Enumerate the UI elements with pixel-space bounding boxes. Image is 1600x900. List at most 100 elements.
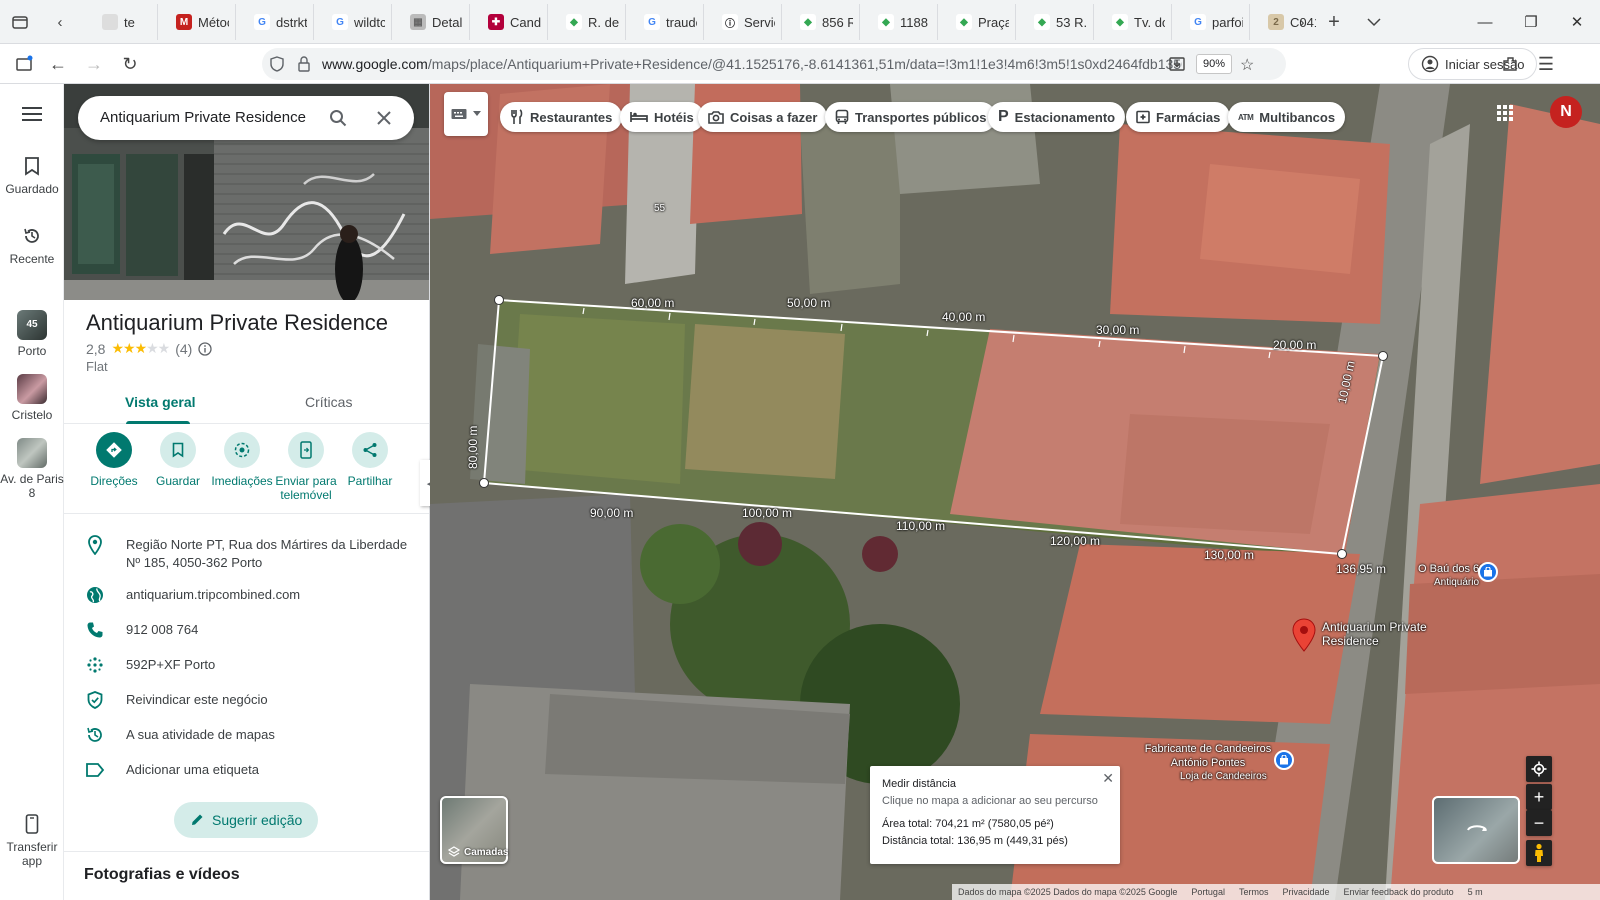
street-view-preview[interactable] xyxy=(1432,796,1520,864)
rail-recent-paris[interactable]: Av. de Paris 8 xyxy=(0,438,64,500)
poi-label[interactable]: O Baú dos 60 xyxy=(1418,562,1485,576)
google-icon: G xyxy=(332,14,348,30)
shopping-bag-icon[interactable] xyxy=(1274,750,1294,770)
rail-recent-cristelo[interactable]: Cristelo xyxy=(0,374,64,422)
shopping-bag-icon[interactable] xyxy=(1478,562,1498,582)
browser-tab[interactable]: Gwildtc xyxy=(314,4,392,40)
rating-row[interactable]: 2,8 ★★★★★ (4) xyxy=(86,340,213,357)
review-count[interactable]: (4) xyxy=(175,341,192,357)
reload-icon[interactable]: ↻ xyxy=(118,52,142,76)
chip-pharmacies[interactable]: Farmácias xyxy=(1126,102,1231,132)
layers-button[interactable]: Camadas xyxy=(440,796,508,864)
account-avatar[interactable]: N xyxy=(1550,96,1582,128)
close-measure-icon[interactable]: ✕ xyxy=(1102,770,1114,787)
extensions-icon[interactable] xyxy=(1498,52,1522,76)
browser-tab[interactable]: ◆ Praça xyxy=(938,4,1016,40)
chip-atms[interactable]: ATM Multibancos xyxy=(1228,102,1346,132)
search-icon[interactable] xyxy=(326,106,350,130)
dropdown-icon xyxy=(473,111,481,116)
keyboard-shortcuts-button[interactable] xyxy=(444,92,488,136)
zoom-in-button[interactable]: + xyxy=(1526,784,1552,810)
install-app-icon[interactable] xyxy=(1168,55,1186,73)
suggest-edit-button[interactable]: Sugerir edição xyxy=(174,802,319,838)
distance-label: 80,00 m xyxy=(466,425,480,469)
divider xyxy=(64,513,429,514)
tab-title: Tv. do xyxy=(1134,14,1165,30)
chip-parking[interactable]: P Estacionamento xyxy=(988,102,1126,132)
rail-recent-porto[interactable]: 45 Porto xyxy=(0,310,64,358)
clear-search-icon[interactable] xyxy=(372,106,396,130)
shield-icon[interactable] xyxy=(268,55,286,73)
rail-recent-button[interactable]: Recente xyxy=(0,224,64,266)
nearby-button[interactable]: Imediações xyxy=(207,432,277,488)
close-window-icon[interactable]: ✕ xyxy=(1554,0,1600,44)
attribution-terms[interactable]: Termos xyxy=(1239,887,1269,897)
back-icon[interactable]: ← xyxy=(46,52,70,76)
send-to-phone-button[interactable]: Enviar para telemóvel xyxy=(271,432,341,502)
photos-heading: Fotografias e vídeos xyxy=(84,866,240,883)
url-text[interactable]: www.google.com/maps/place/Antiquarium+Pr… xyxy=(322,56,1182,72)
lock-icon[interactable] xyxy=(296,55,312,73)
tab-reviews[interactable]: Críticas xyxy=(305,394,352,410)
rail-transfer-app[interactable]: Transferir app xyxy=(0,812,64,868)
main-menu-button[interactable] xyxy=(0,102,64,130)
rail-saved-button[interactable]: Guardado xyxy=(0,154,64,196)
search-box[interactable]: Antiquarium Private Residence xyxy=(78,96,414,140)
place-marker-icon[interactable] xyxy=(1292,618,1316,652)
poi-label[interactable]: Fabricante de Candeeiros António Pontes xyxy=(1128,742,1288,770)
browser-tab[interactable]: Gdstrkt xyxy=(236,4,314,40)
attribution-region[interactable]: Portugal xyxy=(1191,887,1225,897)
browser-tab[interactable]: Gtraudc xyxy=(626,4,704,40)
attribution-privacy[interactable]: Privacidade xyxy=(1282,887,1329,897)
forward-icon[interactable]: → xyxy=(82,52,106,76)
chip-things-to-do[interactable]: Coisas a fazer xyxy=(698,102,828,132)
browser-tab[interactable]: ◆ Tv. do xyxy=(1094,4,1172,40)
directions-button[interactable]: Direções xyxy=(79,432,149,488)
browser-tab[interactable]: Gparfoi xyxy=(1172,4,1250,40)
maps-icon: ◆ xyxy=(1112,14,1128,30)
scroll-tabs-right-icon[interactable]: › xyxy=(1290,10,1314,34)
browser-tab[interactable]: te xyxy=(84,4,158,40)
scroll-tabs-left-icon[interactable]: ‹ xyxy=(48,10,72,34)
browser-tab[interactable]: ✚ Canda xyxy=(470,4,548,40)
satellite-map[interactable]: 10,00 m 20,00 m 30,00 m 40,00 m 50,00 m … xyxy=(430,84,1600,900)
zoom-out-button[interactable]: − xyxy=(1526,810,1552,836)
browser-tab[interactable]: ◆ R. de xyxy=(548,4,626,40)
sidebar-toggle-icon[interactable] xyxy=(12,52,36,76)
zoom-indicator[interactable]: 90% xyxy=(1196,54,1232,74)
save-button[interactable]: Guardar xyxy=(143,432,213,488)
attribution-feedback[interactable]: Enviar feedback do produto xyxy=(1344,887,1454,897)
chip-hotels[interactable]: Hotéis xyxy=(620,102,704,132)
browser-tab[interactable]: M Métoc xyxy=(158,4,236,40)
plus-code-icon xyxy=(84,654,106,676)
browser-tab[interactable]: ⓘ Servic xyxy=(704,4,782,40)
minimize-icon[interactable]: — xyxy=(1462,0,1508,44)
browser-menu-icon[interactable]: ☰ xyxy=(1534,52,1558,76)
directions-label: Direções xyxy=(90,474,138,488)
browser-tab[interactable]: ◆ 53 R. xyxy=(1016,4,1094,40)
tab-actions-icon[interactable] xyxy=(8,10,32,34)
browser-tab[interactable]: ◆ 1188 F xyxy=(860,4,938,40)
place-category[interactable]: Flat xyxy=(86,359,108,374)
chip-public-transport[interactable]: Transportes públicos xyxy=(825,102,997,132)
chip-restaurants[interactable]: Restaurantes xyxy=(500,102,623,132)
browser-tab[interactable]: ◆ 856 R xyxy=(782,4,860,40)
info-icon[interactable] xyxy=(198,341,213,356)
place-map-label[interactable]: Antiquarium Private Residence xyxy=(1322,620,1432,648)
browser-tab[interactable]: ▦ Detalh xyxy=(392,4,470,40)
maximize-icon[interactable]: ❐ xyxy=(1508,0,1554,44)
search-input[interactable]: Antiquarium Private Residence xyxy=(100,109,306,126)
tab-list-chevron-icon[interactable] xyxy=(1362,10,1386,34)
tab-overview[interactable]: Vista geral xyxy=(125,394,196,410)
share-button[interactable]: Partilhar xyxy=(335,432,405,488)
google-apps-icon[interactable] xyxy=(1490,98,1520,128)
bookmark-star-icon[interactable]: ☆ xyxy=(1240,55,1254,75)
place-hero-photo[interactable]: Antiquarium Private Residence xyxy=(64,84,429,300)
address-text: Região Norte PT, Rua dos Mártires da Lib… xyxy=(126,537,408,570)
my-location-button[interactable] xyxy=(1526,756,1552,782)
pegman-icon[interactable] xyxy=(1526,840,1552,866)
map-scale[interactable]: 5 m xyxy=(1468,887,1483,897)
address-bar[interactable]: www.google.com/maps/place/Antiquarium+Pr… xyxy=(262,48,1286,80)
maps-icon: ◆ xyxy=(566,14,582,30)
new-tab-icon[interactable]: + xyxy=(1322,10,1346,34)
